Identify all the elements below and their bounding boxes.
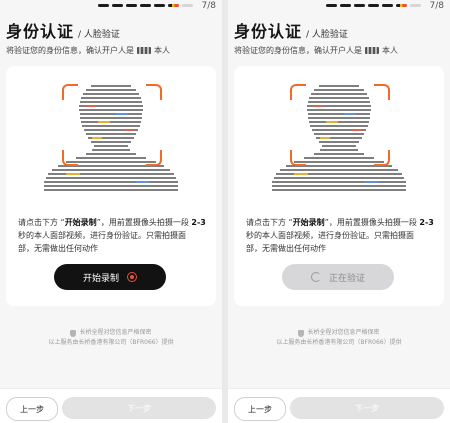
- privacy-note: 长桥全程对您信息严格保密 以上服务由长桥香港有限公司（BFR066）提供: [48, 329, 174, 346]
- masked-name: [365, 47, 379, 54]
- frame-corner-br: [374, 150, 390, 166]
- title-sub: / 人脸验证: [306, 30, 348, 40]
- screen-verifying: 7/8 身份认证 / 人脸验证 将验证您的身份信息，确认开户人是 本人 请点击下…: [228, 0, 450, 423]
- instruction-text: 请点击下方 “开始录制”，用前置摄像头拍摄一段 2-3 秒的本人面部视频，进行身…: [246, 218, 434, 253]
- start-recording-button[interactable]: 开始录制: [54, 264, 166, 290]
- shield-icon: [298, 329, 305, 337]
- step-count: 7/8: [201, 1, 216, 11]
- title-sub: / 人脸验证: [78, 30, 120, 40]
- record-icon: [127, 272, 137, 282]
- verifying-button[interactable]: 正在验证: [282, 264, 394, 290]
- frame-corner-tr: [374, 84, 390, 100]
- bottom-nav: 上一步 下一步: [0, 388, 222, 423]
- instruction-text: 请点击下方 “开始录制”，用前置摄像头拍摄一段 2-3 秒的本人面部视频，进行身…: [18, 218, 206, 253]
- frame-corner-br: [146, 150, 162, 166]
- verify-hint: 将验证您的身份信息，确认开户人是 本人: [234, 46, 398, 55]
- next-button[interactable]: 下一步: [62, 397, 216, 419]
- next-button[interactable]: 下一步: [290, 397, 444, 419]
- back-button[interactable]: 上一步: [6, 397, 58, 421]
- verify-hint: 将验证您的身份信息，确认开户人是 本人: [6, 46, 170, 55]
- step-count: 7/8: [429, 1, 444, 11]
- face-portrait-icon: [44, 85, 178, 191]
- frame-corner-tr: [146, 84, 162, 100]
- frame-corner-tl: [62, 84, 78, 100]
- bottom-nav: 上一步 下一步: [228, 388, 450, 423]
- title-main: 身份认证: [234, 22, 303, 41]
- masked-name: [137, 47, 151, 54]
- screen-start-recording: 7/8 身份认证 / 人脸验证 将验证您的身份信息，确认开户人是 本人 请点击下…: [0, 0, 222, 423]
- step-progress: [98, 4, 193, 7]
- frame-corner-tl: [290, 84, 306, 100]
- shield-icon: [70, 329, 77, 337]
- face-portrait-icon: [272, 85, 406, 191]
- frame-corner-bl: [290, 150, 306, 166]
- privacy-note: 长桥全程对您信息严格保密 以上服务由长桥香港有限公司（BFR066）提供: [276, 329, 402, 346]
- back-button[interactable]: 上一步: [234, 397, 286, 421]
- loading-icon: [310, 272, 321, 282]
- face-capture-card: 请点击下方 “开始录制”，用前置摄像头拍摄一段 2-3 秒的本人面部视频，进行身…: [6, 66, 216, 306]
- title-main: 身份认证: [6, 22, 75, 41]
- frame-corner-bl: [62, 150, 78, 166]
- page-title: 身份认证 / 人脸验证: [234, 18, 348, 42]
- step-progress: [326, 4, 421, 7]
- face-capture-card: 请点击下方 “开始录制”，用前置摄像头拍摄一段 2-3 秒的本人面部视频，进行身…: [234, 66, 444, 306]
- page-title: 身份认证 / 人脸验证: [6, 18, 120, 42]
